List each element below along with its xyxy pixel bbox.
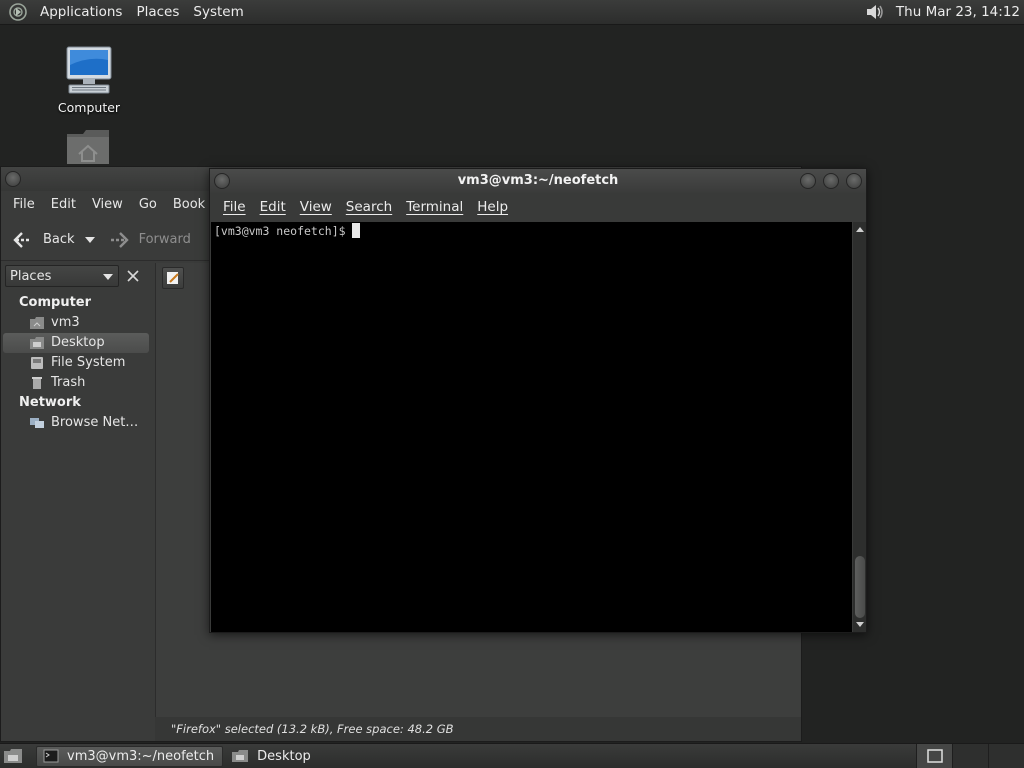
terminal-scrollbar[interactable] <box>853 222 866 632</box>
sidebar-item-desktop[interactable]: Desktop <box>3 333 149 353</box>
system-menu[interactable]: System <box>187 0 251 25</box>
term-menu-file[interactable]: File <box>216 199 253 215</box>
desktop-folder-icon <box>232 750 249 762</box>
back-history-chevron-icon[interactable] <box>79 233 101 247</box>
bottom-panel: vm3@vm3:~/neofetch Desktop <box>0 743 1024 768</box>
text-cursor <box>351 223 360 238</box>
sidebar-item-label: vm3 <box>51 315 80 330</box>
network-icon <box>30 418 44 428</box>
back-button[interactable]: Back <box>11 230 75 250</box>
term-menu-terminal[interactable]: Terminal <box>399 199 470 215</box>
sidebar-heading-computer: Computer <box>19 295 92 310</box>
trash-icon <box>32 377 42 389</box>
forward-label: Forward <box>138 232 191 247</box>
terminal-menubar: File Edit View Search Terminal Help <box>210 193 866 221</box>
term-menu-view[interactable]: View <box>293 199 339 215</box>
sidebar-item-label: File System <box>51 355 126 370</box>
workspace-3[interactable] <box>988 743 1024 768</box>
workspace-2[interactable] <box>952 743 988 768</box>
volume-icon[interactable] <box>864 2 886 22</box>
scroll-down-arrow-icon[interactable] <box>855 622 865 628</box>
edit-location-button[interactable] <box>162 267 184 289</box>
sidebar-item-label: Browse Net… <box>51 415 139 430</box>
sidebar-item-label: Trash <box>51 375 86 390</box>
forward-button[interactable]: Forward <box>107 230 191 250</box>
desktop-icon-home[interactable] <box>43 128 133 170</box>
fm-menu-go[interactable]: Go <box>131 197 165 212</box>
file-manager-sidebar: Places Computer vm3 Desktop File System <box>1 263 151 741</box>
taskbar-item-label: vm3@vm3:~/neofetch <box>67 748 215 764</box>
desktop-icon-computer[interactable]: Computer <box>44 45 134 115</box>
sidebar-item-trash[interactable]: Trash <box>1 373 151 393</box>
window-menu-button[interactable] <box>214 173 230 189</box>
fm-menu-bookmarks[interactable]: Book <box>165 197 213 212</box>
scrollbar-thumb[interactable] <box>855 556 865 618</box>
workspace-window-icon <box>926 749 943 763</box>
fm-menu-view[interactable]: View <box>84 197 131 212</box>
close-sidebar-icon[interactable] <box>123 267 143 285</box>
drive-icon <box>31 357 43 369</box>
minimize-button[interactable] <box>800 173 816 189</box>
places-menu[interactable]: Places <box>130 0 187 25</box>
term-menu-help[interactable]: Help <box>470 199 515 215</box>
close-button[interactable] <box>846 173 862 189</box>
places-combo-label: Places <box>10 268 52 284</box>
clock[interactable]: Thu Mar 23, 14:12 <box>896 4 1020 20</box>
sidebar-item-file-system[interactable]: File System <box>1 353 151 373</box>
fm-menu-edit[interactable]: Edit <box>43 197 84 212</box>
desktop-folder-icon <box>30 337 44 349</box>
term-menu-search[interactable]: Search <box>339 199 399 215</box>
workspace-switcher <box>916 743 1024 768</box>
sidebar-item-vm3[interactable]: vm3 <box>1 313 151 333</box>
pencil-icon <box>167 272 179 284</box>
terminal-screen[interactable]: [vm3@vm3 neofetch]$ <box>211 222 852 632</box>
show-desktop-icon[interactable] <box>2 747 24 765</box>
scroll-up-arrow-icon[interactable] <box>855 226 865 232</box>
chevron-down-icon <box>103 274 113 280</box>
back-arrow-icon <box>13 231 31 248</box>
terminal-icon <box>43 749 59 763</box>
status-bar: "Firefox" selected (13.2 kB), Free space… <box>155 717 801 741</box>
fm-menu-file[interactable]: File <box>5 197 43 212</box>
window-title: vm3@vm3:~/neofetch <box>457 173 619 188</box>
taskbar-item-label: Desktop <box>257 748 311 764</box>
maximize-button[interactable] <box>823 173 839 189</box>
workspace-1[interactable] <box>916 743 952 768</box>
taskbar-item-terminal[interactable]: vm3@vm3:~/neofetch <box>36 745 224 767</box>
window-menu-button[interactable] <box>5 171 21 187</box>
desktop-icon-label: Computer <box>57 100 121 115</box>
top-panel: Applications Places System Thu Mar 23, 1… <box>0 0 1024 25</box>
forward-arrow-icon <box>110 231 129 248</box>
home-folder-icon <box>67 130 109 164</box>
terminal-titlebar[interactable]: vm3@vm3:~/neofetch <box>210 169 866 193</box>
shell-prompt: [vm3@vm3 neofetch]$ <box>214 224 346 238</box>
sidebar-item-browse-network[interactable]: Browse Net… <box>1 413 151 433</box>
gnome-foot-icon[interactable] <box>8 2 28 22</box>
applications-menu[interactable]: Applications <box>34 0 130 25</box>
sidebar-item-label: Desktop <box>51 335 105 350</box>
home-folder-icon <box>30 317 44 329</box>
places-combo[interactable]: Places <box>5 265 119 287</box>
taskbar-item-desktop[interactable]: Desktop <box>225 746 319 767</box>
places-list: Computer vm3 Desktop File System Trash N… <box>1 293 151 433</box>
terminal-window: vm3@vm3:~/neofetch File Edit View Search… <box>209 168 867 633</box>
back-label: Back <box>43 232 75 247</box>
term-menu-edit[interactable]: Edit <box>253 199 293 215</box>
computer-icon <box>66 46 112 94</box>
sidebar-heading-network: Network <box>19 395 81 410</box>
